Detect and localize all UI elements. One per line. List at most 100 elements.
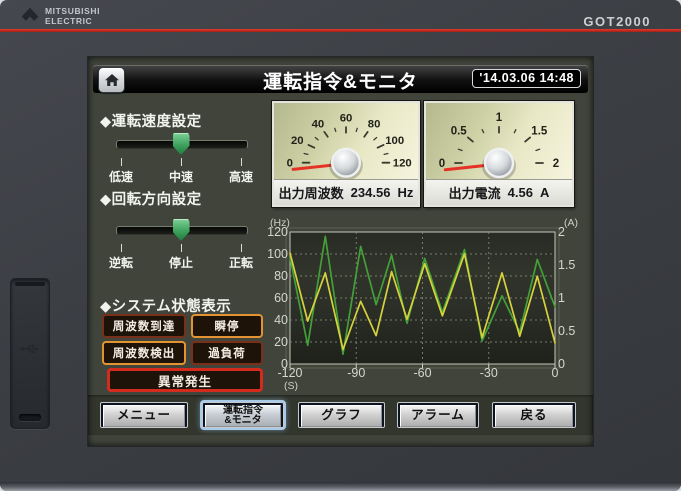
x-tick-label: 0 (535, 366, 575, 380)
y-right-tick-label: 1.5 (558, 258, 586, 272)
model-text: GOT2000 (583, 14, 651, 29)
nav-button-graph[interactable]: グラフ (298, 402, 385, 428)
status-lamp: 異常発生 (107, 368, 263, 392)
direction-section-label: ◆回転方向設定 (100, 188, 202, 209)
slider-tick-mark (181, 244, 182, 252)
y-left-tick-label: 60 (264, 291, 288, 305)
slider-tick-mark (241, 158, 242, 166)
y-left-tick-label: 20 (264, 335, 288, 349)
gauge-face: 0 0.5 1 1.5 2 (426, 103, 572, 180)
accent-stripe (0, 29, 681, 32)
speed-slider: 低速中速高速 (116, 133, 246, 181)
header-bar: 運転指令&モニタ '14.03.06 14:48 (93, 65, 588, 93)
touch-screen: 運転指令&モニタ '14.03.06 14:48 ◆運転速度設定 低速中速高速 … (88, 57, 593, 446)
x-tick-label: -90 (336, 366, 376, 380)
y-left-tick-label: 120 (264, 225, 288, 239)
status-lamp: 瞬停 (191, 314, 263, 338)
slider-tick-mark (121, 244, 122, 252)
brand-line2: ELECTRIC (45, 17, 100, 26)
nav-button-label: グラフ (321, 409, 362, 422)
x-tick-label: -30 (469, 366, 509, 380)
usb-icon (20, 343, 40, 355)
slider-handle[interactable] (173, 219, 190, 241)
gauge-dial: 020406080100120 (274, 103, 418, 179)
y-left-tick-label: 80 (264, 269, 288, 283)
nav-button-label: 戻る (520, 409, 547, 422)
slider-tick-mark (241, 244, 242, 252)
gauge-caption: 出力電流 (449, 183, 501, 202)
gauge-caption: 出力周波数 (279, 183, 344, 202)
gauge-scale-label: 100 (385, 135, 404, 147)
nav-button-label: メニュー (117, 409, 171, 422)
gauge-value: 4.56 (508, 185, 533, 200)
gauge-dial: 0 0.5 1 1.5 2 (426, 103, 572, 179)
slider-tick-label: 高速 (219, 168, 263, 185)
gauge-hub (332, 149, 360, 177)
gauge-scale-label: 120 (393, 158, 412, 170)
y-right-tick-label: 2 (558, 225, 586, 239)
status-lamp: 過負荷 (191, 341, 263, 365)
direction-slider: 逆転停止正転 (116, 219, 246, 267)
nav-button-back[interactable]: 戻る (492, 402, 576, 428)
gauge-hub (485, 149, 513, 177)
slider-tick-label: 逆転 (99, 254, 143, 271)
status-lamp-grid: 周波数到達瞬停周波数検出過負荷異常発生 (102, 314, 267, 392)
x-tick-label: -60 (403, 366, 443, 380)
gauge-scale-label: 2 (553, 158, 559, 170)
y-right-tick-label: 0.5 (558, 324, 586, 338)
nav-button-label: &モニタ (224, 416, 261, 427)
x-tick-label: -120 (270, 366, 310, 380)
usb-cover-door[interactable] (10, 278, 50, 429)
gauge-scale-label: 1 (496, 112, 503, 124)
speed-section-label: ◆運転速度設定 (100, 110, 202, 131)
trend-graph: (Hz)(A)(S)02040608010012000.511.52-120-9… (264, 207, 593, 397)
y-left-tick-label: 100 (264, 247, 288, 261)
nav-button-menu[interactable]: メニュー (100, 402, 188, 428)
brand-logo: MITSUBISHI ELECTRIC (20, 7, 100, 26)
nav-button-op-command-monitor[interactable]: 運転指令&モニタ (202, 402, 284, 428)
gauge-face: 020406080100120 (274, 103, 418, 180)
status-section-label: ◆システム状態表示 (100, 295, 231, 316)
usb-cover-slot (15, 282, 45, 286)
gauge-scale-label: 0.5 (451, 125, 468, 137)
slider-tick-label: 停止 (159, 254, 203, 271)
nav-button-face: アラーム (400, 405, 476, 427)
nav-button-label: アラーム (411, 409, 465, 422)
brand-text: MITSUBISHI ELECTRIC (45, 7, 100, 26)
status-lamp: 周波数検出 (102, 341, 186, 365)
gauge-scale-label: 80 (368, 118, 381, 130)
nav-button-face: 戻る (495, 405, 573, 427)
y-left-tick-label: 40 (264, 313, 288, 327)
gauge-value: 234.56 (351, 185, 391, 200)
gauge-caption-strip: 出力電流 4.56 A (426, 180, 572, 205)
slider-tick-label: 中速 (159, 168, 203, 185)
mitsubishi-logo-icon (20, 7, 40, 26)
slider-tick-mark (121, 158, 122, 166)
gauge-output-current: 0 0.5 1 1.5 2 出力電流 4.56 A (424, 101, 574, 207)
status-lamp: 周波数到達 (102, 314, 186, 338)
gauge-unit: A (540, 185, 549, 200)
bottom-nav-bar: メニュー 運転指令&モニタ グラフ アラーム 戻る (88, 395, 593, 435)
slider-tick-label: 低速 (99, 168, 143, 185)
hmi-device-frame: MITSUBISHI ELECTRIC GOT2000 運転指令&モニタ '1 (0, 0, 681, 491)
nav-button-alarm[interactable]: アラーム (397, 402, 479, 428)
device-bottom-edge (0, 482, 681, 491)
nav-button-face: グラフ (301, 405, 382, 427)
gauge-caption-strip: 出力周波数 234.56 Hz (274, 180, 418, 205)
slider-handle[interactable] (173, 133, 190, 155)
gauge-scale-label: 0 (287, 158, 293, 170)
gauge-scale-label: 60 (340, 112, 353, 124)
gauge-output-frequency: 020406080100120出力周波数234.56Hz (272, 101, 420, 207)
clock-display: '14.03.06 14:48 (472, 69, 581, 88)
slider-tick-label: 正転 (219, 254, 263, 271)
nav-button-face: 運転指令&モニタ (205, 405, 281, 427)
usb-cover-latch[interactable] (19, 414, 41, 421)
gauge-scale-label: 0 (439, 158, 445, 170)
gauge-scale-label: 40 (312, 118, 325, 130)
gauge-unit: Hz (397, 185, 413, 200)
nav-button-face: メニュー (103, 405, 185, 427)
y-right-tick-label: 1 (558, 291, 586, 305)
gauge-scale-label: 1.5 (531, 125, 548, 137)
slider-tick-mark (181, 158, 182, 166)
x-axis-unit: (S) (284, 380, 298, 392)
